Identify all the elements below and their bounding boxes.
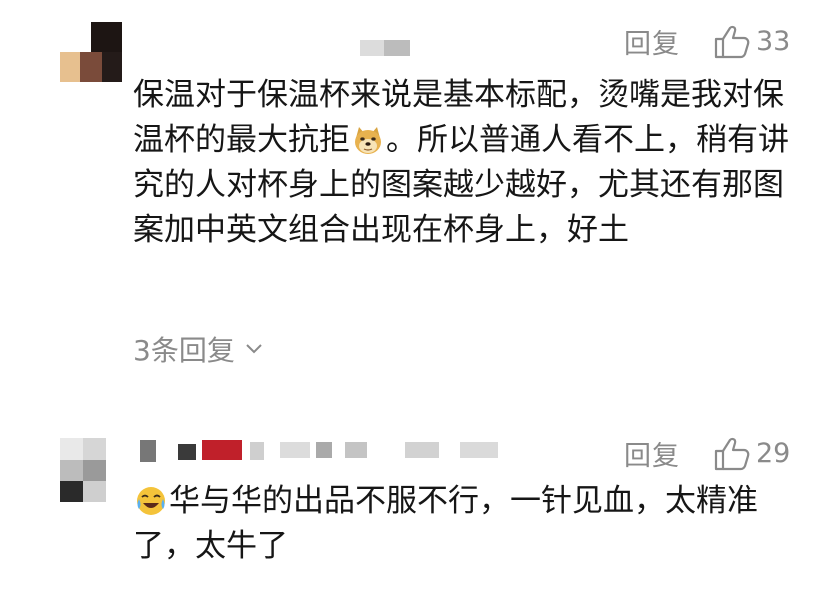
- comment-text: 华与华的出品不服不行，一针见血，太精准了，太牛了: [133, 479, 793, 569]
- thumbs-up-icon: [714, 437, 750, 470]
- thumbs-up-icon: [714, 25, 750, 58]
- like-button[interactable]: 33: [714, 25, 790, 59]
- avatar[interactable]: [60, 22, 122, 82]
- comment-actions: 回复 33: [624, 22, 790, 61]
- replies-count-label: 3条回复: [133, 334, 235, 367]
- tears-of-joy-emoji-icon: [137, 487, 165, 515]
- reply-button[interactable]: 回复: [624, 434, 680, 473]
- username-redacted[interactable]: [360, 40, 410, 56]
- comment-actions: 回复 29: [624, 434, 790, 473]
- view-replies-button[interactable]: 3条回复: [133, 329, 263, 369]
- username-redacted[interactable]: [140, 440, 510, 464]
- comment-item: 回复 33 保温对于保温杯来说是基本标配，烫嘴是我对保温杯的最大抗拒 。所以普通…: [0, 0, 828, 380]
- avatar[interactable]: [60, 438, 106, 502]
- doge-emoji-icon: [355, 127, 381, 154]
- like-button[interactable]: 29: [714, 437, 790, 471]
- like-count: 33: [756, 26, 791, 57]
- reply-button[interactable]: 回复: [624, 22, 680, 61]
- comment-text-part: 华与华的出品不服不行，一针见血，太精准了，太牛了: [133, 483, 758, 564]
- like-count: 29: [756, 438, 791, 469]
- chevron-down-icon: [246, 344, 262, 354]
- comment-text: 保温对于保温杯来说是基本标配，烫嘴是我对保温杯的最大抗拒 。所以普通人看不上，稍…: [133, 73, 793, 253]
